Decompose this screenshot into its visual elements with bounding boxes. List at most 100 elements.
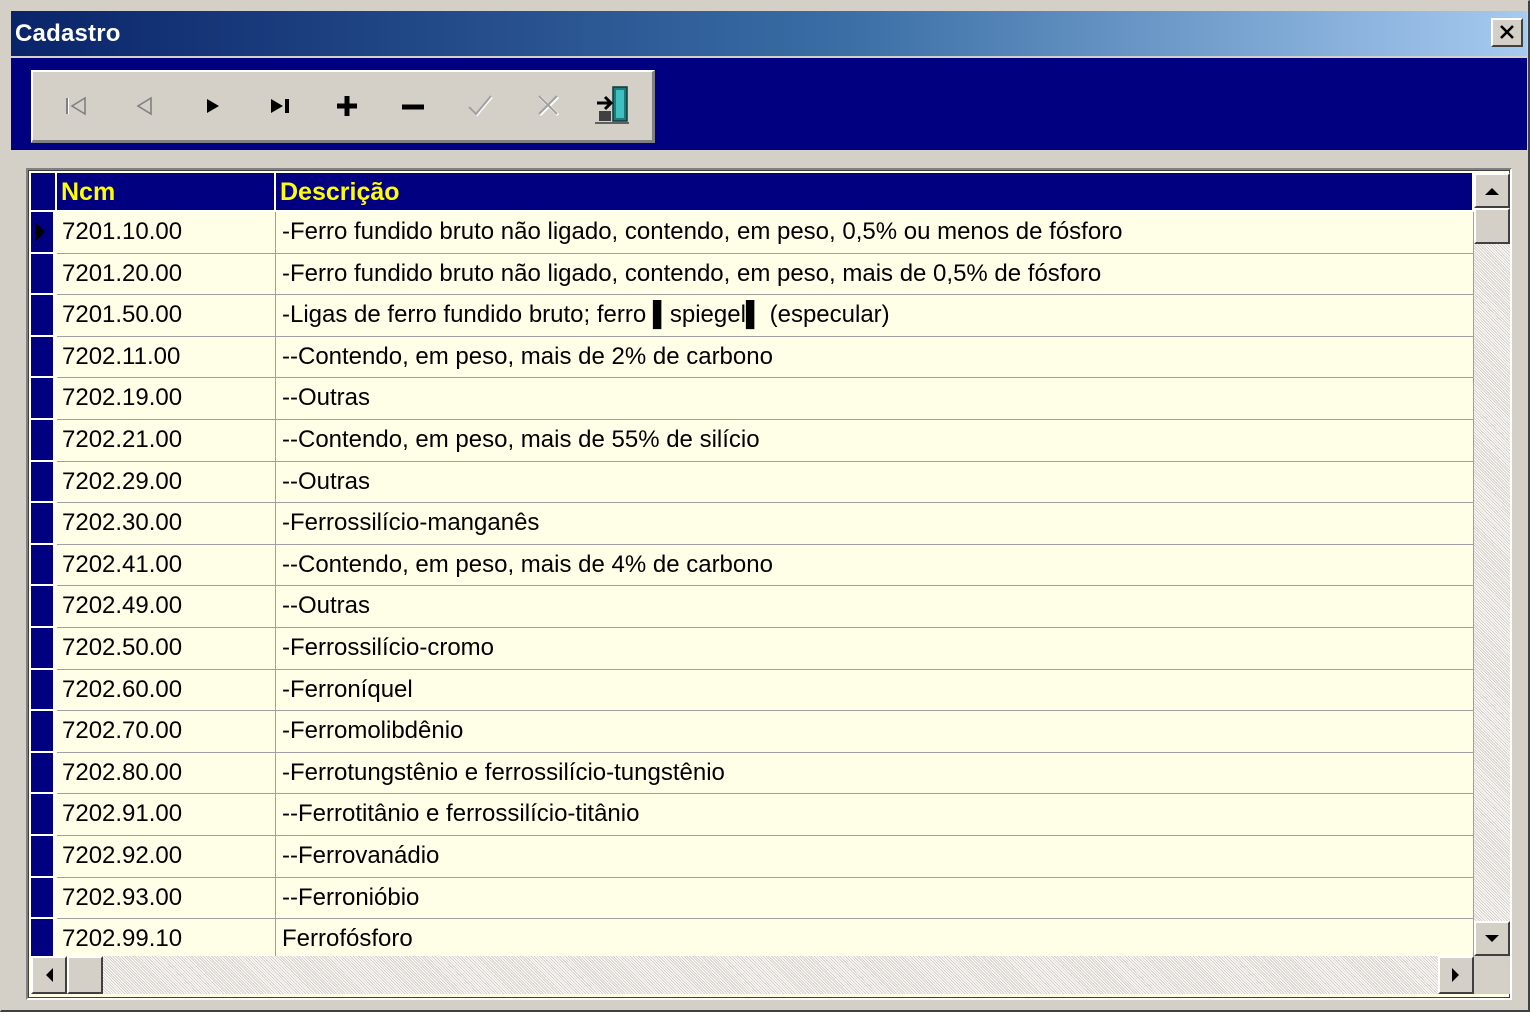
- cell-descricao[interactable]: -Ferroníquel: [276, 669, 1474, 712]
- row-indicator[interactable]: [31, 336, 55, 379]
- table-row[interactable]: 7202.30.00 -Ferrossilício-manganês: [31, 503, 1474, 545]
- cell-descricao[interactable]: -Ferro fundido bruto não ligado, contend…: [276, 253, 1474, 296]
- cell-descricao[interactable]: --Outras: [276, 586, 1474, 628]
- table-row[interactable]: 7202.60.00 -Ferroníquel: [31, 669, 1474, 712]
- row-indicator[interactable]: [31, 544, 55, 587]
- vertical-scroll-thumb[interactable]: [1474, 208, 1510, 244]
- row-indicator[interactable]: [31, 420, 55, 462]
- table-row[interactable]: 7202.11.00 --Contendo, em peso, mais de 2…: [31, 336, 1474, 379]
- cell-ncm[interactable]: 7201.10.00: [57, 212, 276, 254]
- first-record-button[interactable]: [47, 80, 107, 132]
- table-row[interactable]: 7202.49.00 --Outras: [31, 586, 1474, 628]
- cell-ncm[interactable]: 7202.11.00: [57, 336, 276, 379]
- last-record-button[interactable]: [251, 80, 311, 132]
- row-indicator[interactable]: [31, 669, 55, 712]
- cell-ncm[interactable]: 7202.60.00: [57, 669, 276, 712]
- table-row[interactable]: 7202.99.10 Ferrofósforo: [31, 919, 1474, 956]
- cell-descricao[interactable]: --Ferrovanádio: [276, 836, 1474, 878]
- cell-descricao[interactable]: -Ferrossilício-manganês: [276, 503, 1474, 545]
- last-record-icon: [271, 99, 289, 113]
- vertical-scrollbar[interactable]: [1474, 173, 1510, 956]
- exit-button[interactable]: [583, 80, 643, 132]
- column-header-descricao[interactable]: Descrição: [276, 173, 1474, 212]
- cell-descricao[interactable]: -Ferromolibdênio: [276, 711, 1474, 753]
- row-indicator[interactable]: [31, 461, 55, 504]
- table-row[interactable]: 7202.50.00 -Ferrossilício-cromo: [31, 628, 1474, 670]
- row-indicator[interactable]: [31, 503, 55, 545]
- row-indicator[interactable]: [31, 253, 55, 296]
- title-bar[interactable]: Cadastro: [11, 11, 1527, 56]
- cell-descricao[interactable]: --Ferrotitânio e ferrossilício-titânio: [276, 794, 1474, 836]
- scrollbar-corner: [1474, 956, 1510, 994]
- cell-ncm[interactable]: 7202.80.00: [57, 752, 276, 795]
- scroll-up-button[interactable]: [1474, 173, 1510, 208]
- column-header-ncm[interactable]: Ncm: [57, 173, 276, 212]
- table-row[interactable]: 7201.10.00 -Ferro fundido bruto não ligad…: [31, 212, 1474, 254]
- row-indicator[interactable]: [31, 877, 55, 920]
- table-row[interactable]: 7202.21.00 --Contendo, em peso, mais de 5…: [31, 420, 1474, 462]
- scroll-down-button[interactable]: [1474, 921, 1510, 956]
- cell-ncm[interactable]: 7202.50.00: [57, 628, 276, 670]
- next-record-button[interactable]: [183, 80, 243, 132]
- row-indicator[interactable]: [31, 212, 55, 254]
- cell-descricao[interactable]: -Ferro fundido bruto não ligado, contend…: [276, 212, 1474, 254]
- cell-ncm[interactable]: 7202.21.00: [57, 420, 276, 462]
- table-row[interactable]: 7202.29.00 --Outras: [31, 461, 1474, 504]
- horizontal-scroll-thumb[interactable]: [67, 956, 103, 994]
- cell-descricao[interactable]: --Contendo, em peso, mais de 2% de carbo…: [276, 336, 1474, 379]
- cell-descricao[interactable]: Ferrofósforo: [276, 919, 1474, 956]
- row-indicator[interactable]: [31, 836, 55, 878]
- row-indicator[interactable]: [31, 378, 55, 420]
- plus-icon: [337, 96, 357, 116]
- table-row[interactable]: 7202.93.00 --Ferronióbio: [31, 877, 1474, 920]
- cell-ncm[interactable]: 7202.41.00: [57, 544, 276, 587]
- cell-descricao[interactable]: -Ferrossilício-cromo: [276, 628, 1474, 670]
- prior-record-button[interactable]: [115, 80, 175, 132]
- row-indicator[interactable]: [31, 919, 55, 956]
- cell-ncm[interactable]: 7202.99.10: [57, 919, 276, 956]
- horizontal-scrollbar[interactable]: [31, 956, 1474, 994]
- cell-descricao[interactable]: --Outras: [276, 461, 1474, 504]
- cell-descricao[interactable]: --Ferronióbio: [276, 877, 1474, 920]
- close-button[interactable]: [1491, 18, 1523, 47]
- table-row[interactable]: 7202.41.00 --Contendo, em peso, mais de 4…: [31, 544, 1474, 587]
- row-indicator[interactable]: [31, 628, 55, 670]
- insert-record-button[interactable]: [317, 80, 377, 132]
- cell-ncm[interactable]: 7202.92.00: [57, 836, 276, 878]
- cell-ncm[interactable]: 7201.20.00: [57, 253, 276, 296]
- cell-ncm[interactable]: 7202.30.00: [57, 503, 276, 545]
- row-indicator[interactable]: [31, 295, 55, 337]
- cell-ncm[interactable]: 7202.93.00: [57, 877, 276, 920]
- cell-descricao[interactable]: --Contendo, em peso, mais de 4% de carbo…: [276, 544, 1474, 587]
- client-area: Ncm Descrição 7201.10.00 -Ferro fundido b…: [11, 58, 1527, 1008]
- table-row[interactable]: 7202.91.00 --Ferrotitânio e ferrossilício…: [31, 794, 1474, 836]
- cell-ncm[interactable]: 7202.29.00: [57, 461, 276, 504]
- cell-descricao[interactable]: --Contendo, em peso, mais de 55% de silí…: [276, 420, 1474, 462]
- table-row[interactable]: 7202.92.00 --Ferrovanádio: [31, 836, 1474, 878]
- row-indicator[interactable]: [31, 794, 55, 836]
- cell-descricao[interactable]: --Outras: [276, 378, 1474, 420]
- cancel-edit-button[interactable]: [519, 80, 579, 132]
- cell-ncm[interactable]: 7202.49.00: [57, 586, 276, 628]
- scroll-right-button[interactable]: [1438, 956, 1474, 994]
- table-row[interactable]: 7201.20.00 -Ferro fundido bruto não ligad…: [31, 253, 1474, 296]
- cell-descricao[interactable]: -Ferrotungstênio e ferrossilício-tungstê…: [276, 752, 1474, 795]
- scroll-left-button[interactable]: [31, 956, 67, 994]
- table-row[interactable]: 7202.80.00 -Ferrotungstênio e ferrossilíc…: [31, 752, 1474, 795]
- cell-descricao[interactable]: -Ligas de ferro fundido bruto; ferro ▌sp…: [276, 295, 1474, 337]
- row-indicator[interactable]: [31, 752, 55, 795]
- cell-ncm[interactable]: 7202.19.00: [57, 378, 276, 420]
- cell-ncm[interactable]: 7202.70.00: [57, 711, 276, 753]
- row-indicator[interactable]: [31, 711, 55, 753]
- cell-ncm[interactable]: 7201.50.00: [57, 295, 276, 337]
- table-row[interactable]: 7202.70.00 -Ferromolibdênio: [31, 711, 1474, 753]
- table-row[interactable]: 7201.50.00 -Ligas de ferro fundido bruto;…: [31, 295, 1474, 337]
- cell-ncm[interactable]: 7202.91.00: [57, 794, 276, 836]
- post-edit-button[interactable]: [451, 80, 511, 132]
- toolbar-panel: [11, 58, 1527, 150]
- row-indicator[interactable]: [31, 586, 55, 628]
- prior-record-icon: [136, 96, 152, 116]
- delete-record-button[interactable]: [383, 80, 443, 132]
- table-row[interactable]: 7202.19.00 --Outras: [31, 378, 1474, 420]
- arrow-up-icon: [1485, 187, 1499, 195]
